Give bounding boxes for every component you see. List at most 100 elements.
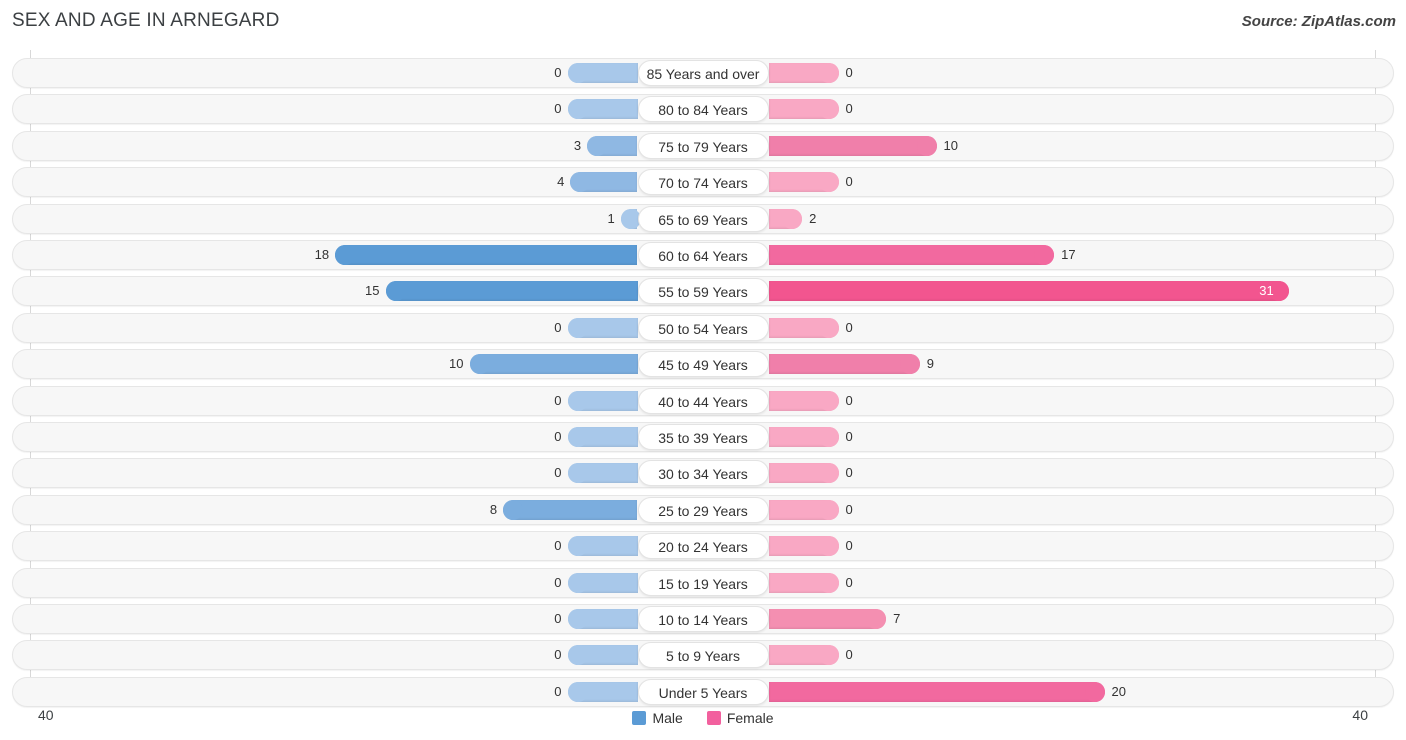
bar-male	[567, 427, 638, 447]
bar-female	[768, 572, 839, 593]
value-label-male: 18	[314, 247, 330, 262]
bar-male	[567, 317, 638, 338]
age-group-label: 25 to 29 Years	[637, 496, 769, 523]
age-group-row: 0 7 10 to 14 Years	[12, 604, 1394, 634]
value-label-male: 0	[554, 101, 562, 117]
value-label-female: 7	[893, 611, 901, 626]
bar-male	[469, 354, 638, 375]
value-label-male: 8	[489, 501, 498, 517]
bar-female	[768, 172, 839, 193]
population-pyramid-chart: 0 0 85 Years and over 0 0 80 to 84 Years 3 10 75…	[0, 50, 1406, 707]
value-label-female: 0	[845, 574, 853, 590]
value-label-female: 0	[845, 465, 853, 481]
age-group-label: Under 5 Years	[637, 678, 769, 705]
value-label-female: 17	[1061, 247, 1076, 262]
bar-female	[768, 681, 1105, 702]
age-group-row: 0 0 80 to 84 Years	[12, 94, 1394, 125]
legend-item[interactable]: Male	[632, 710, 683, 726]
age-group-row: 10 9 45 to 49 Years	[12, 349, 1394, 380]
chart-axis-footer: 40 40 Male Female	[0, 705, 1406, 740]
bar-female	[768, 99, 839, 120]
value-label-male: 0	[554, 65, 562, 80]
value-label-male: 4	[557, 174, 565, 190]
age-group-label: 65 to 69 Years	[637, 205, 769, 232]
bar-female	[768, 317, 839, 338]
age-group-label: 40 to 44 Years	[637, 387, 769, 414]
age-group-row: 0 0 30 to 34 Years	[12, 458, 1394, 489]
bar-male	[567, 536, 638, 557]
age-group-row: 15 31 55 to 59 Years	[12, 276, 1394, 307]
value-label-male: 15	[365, 283, 380, 299]
bar-male	[567, 645, 638, 666]
value-label-female: 10	[943, 137, 958, 153]
bar-male	[570, 172, 638, 193]
age-group-row: 4 0 70 to 74 Years	[12, 167, 1394, 198]
source-attribution: Source: ZipAtlas.com	[1241, 13, 1396, 30]
bar-female	[768, 536, 839, 557]
legend-item[interactable]: Female	[706, 710, 774, 726]
bar-female	[768, 245, 1055, 265]
chart-legend: Male Female	[0, 710, 1406, 726]
age-group-row: 0 0 5 to 9 Years	[12, 640, 1394, 671]
age-group-label: 70 to 74 Years	[637, 169, 769, 196]
bar-female	[768, 645, 839, 666]
value-label-male: 0	[554, 392, 562, 408]
bar-female	[768, 63, 839, 83]
age-group-label: 50 to 54 Years	[637, 314, 769, 341]
bar-male	[503, 499, 638, 520]
value-label-male: 0	[554, 465, 562, 481]
bar-female	[768, 208, 803, 229]
value-label-female: 2	[809, 210, 817, 226]
age-group-label: 20 to 24 Years	[637, 533, 769, 560]
value-label-female: 31	[1259, 283, 1274, 299]
bar-male	[567, 681, 638, 702]
value-label-male: 10	[449, 356, 464, 372]
age-group-label: 80 to 84 Years	[637, 96, 769, 123]
age-group-row: 0 0 20 to 24 Years	[12, 531, 1394, 562]
value-label-male: 0	[554, 647, 562, 663]
legend-swatch	[706, 711, 721, 725]
value-label-male: 3	[573, 137, 582, 153]
age-group-label: 60 to 64 Years	[637, 242, 769, 268]
legend-swatch	[632, 711, 647, 725]
age-group-label: 35 to 39 Years	[637, 424, 769, 450]
bar-female	[768, 609, 887, 629]
bar-male	[567, 63, 638, 83]
bar-male	[567, 390, 638, 411]
page-title: SEX AND AGE IN ARNEGARD	[12, 10, 280, 31]
age-group-row: 0 0 85 Years and over	[12, 58, 1394, 88]
value-label-male: 0	[554, 538, 562, 554]
value-label-female: 0	[845, 65, 853, 80]
bar-male	[567, 463, 638, 484]
value-label-male: 0	[554, 611, 562, 626]
bar-female	[768, 463, 839, 484]
age-group-row: 8 0 25 to 29 Years	[12, 494, 1394, 525]
age-group-label: 75 to 79 Years	[637, 132, 769, 159]
bar-male	[567, 572, 638, 593]
bar-male	[567, 99, 638, 120]
age-group-label: 30 to 34 Years	[637, 460, 769, 487]
bar-male	[587, 135, 638, 156]
value-label-male: 1	[607, 210, 615, 226]
age-group-label: 85 Years and over	[637, 60, 769, 86]
bar-female	[768, 427, 839, 447]
bar-male	[385, 281, 638, 302]
value-label-female: 0	[845, 101, 853, 117]
legend-label: Male	[652, 710, 683, 726]
value-label-female: 20	[1111, 683, 1126, 699]
value-label-female: 0	[845, 501, 853, 517]
bar-female	[768, 390, 839, 411]
value-label-female: 0	[845, 647, 853, 663]
bar-female	[768, 354, 920, 375]
value-label-female: 0	[845, 538, 853, 554]
age-group-label: 45 to 49 Years	[637, 351, 769, 378]
value-label-female: 0	[845, 174, 853, 190]
age-group-label: 55 to 59 Years	[637, 278, 769, 305]
bar-male	[335, 245, 638, 265]
bar-female	[768, 281, 1290, 302]
value-label-male: 0	[554, 429, 562, 444]
bar-female	[768, 499, 839, 520]
value-label-female: 0	[845, 429, 853, 444]
bar-male	[620, 208, 641, 229]
value-label-female: 0	[845, 319, 853, 335]
